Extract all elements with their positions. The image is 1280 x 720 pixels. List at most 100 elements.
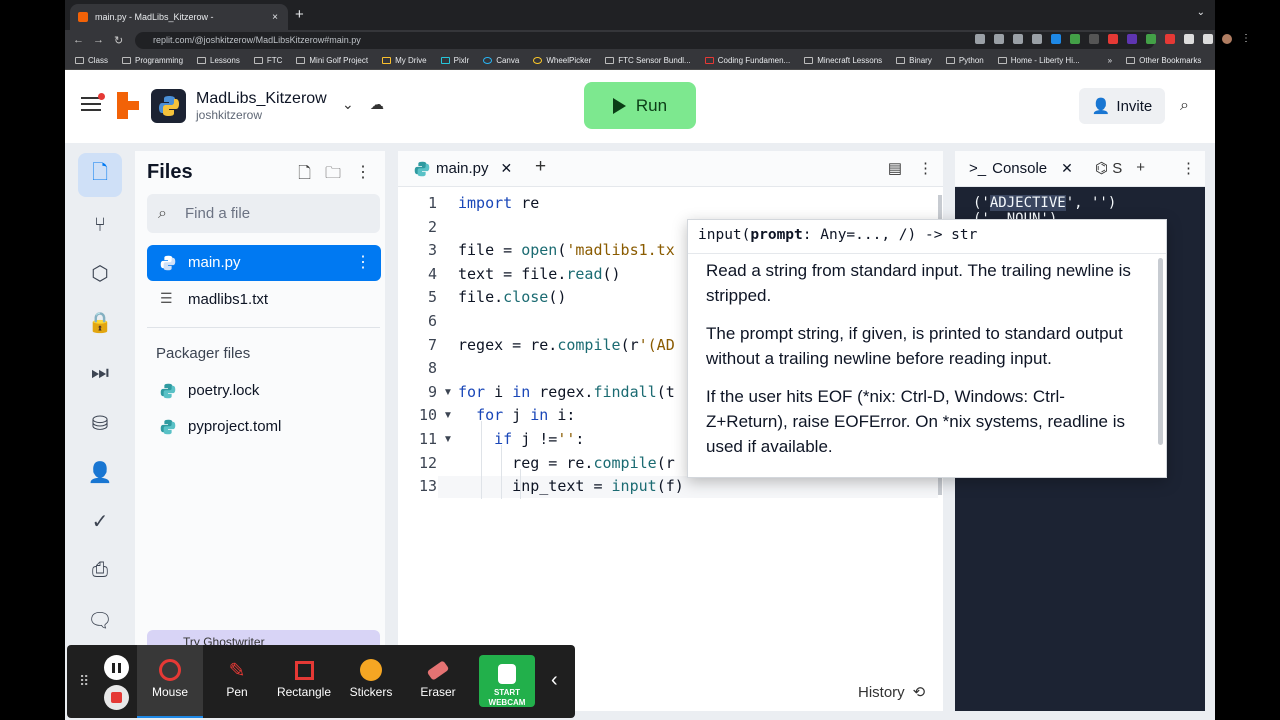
tab-console[interactable]: >_ Console ✕ xyxy=(969,160,1073,177)
fold-arrow-icon[interactable]: ▼ xyxy=(443,410,453,421)
forward-icon[interactable]: → xyxy=(93,34,104,46)
inbox-icon[interactable]: ⎙ xyxy=(78,548,122,592)
sidebar-icon[interactable] xyxy=(1203,34,1213,44)
file-item-main-py[interactable]: main.py ⋮ xyxy=(147,245,381,281)
extension-icon[interactable] xyxy=(1070,34,1080,44)
packages-icon[interactable]: ⬡ xyxy=(78,251,122,295)
file-item-pyproject-toml[interactable]: pyproject.toml xyxy=(147,409,381,445)
project-owner[interactable]: joshkitzerow xyxy=(196,108,262,122)
start-webcam-button[interactable]: START WEBCAM xyxy=(479,655,535,707)
menu-icon[interactable] xyxy=(81,93,105,112)
check-icon[interactable]: ✓ xyxy=(78,499,122,543)
new-tab-plus-icon[interactable]: + xyxy=(1136,159,1145,177)
file-options-icon[interactable]: ⋮ xyxy=(355,245,371,281)
bookmark-item[interactable]: Home - Liberty Hi... xyxy=(997,56,1080,65)
debugger-icon[interactable]: ⏭ xyxy=(78,351,122,395)
profile-avatar[interactable] xyxy=(1222,34,1232,44)
file-search-input[interactable]: ⌕ Find a file xyxy=(147,194,380,233)
database-icon[interactable]: ⛁ xyxy=(78,401,122,445)
new-tab-plus-icon[interactable]: + xyxy=(535,156,546,178)
code-line[interactable]: file.close() xyxy=(458,288,566,306)
pause-button[interactable] xyxy=(104,655,129,680)
code-line[interactable]: for j in i: xyxy=(458,406,575,424)
project-name[interactable]: MadLibs_Kitzerow xyxy=(196,90,327,108)
bookmark-item[interactable]: Canva xyxy=(483,56,519,65)
extension-icon[interactable] xyxy=(1127,34,1137,44)
stop-button[interactable] xyxy=(104,685,129,710)
drag-handle-icon[interactable]: ⠿ xyxy=(79,673,90,690)
user-icon[interactable]: 👤 xyxy=(78,450,122,494)
bookmark-item[interactable]: FTC Sensor Bundl... xyxy=(605,56,691,65)
back-icon[interactable]: ← xyxy=(73,34,84,46)
code-line[interactable]: if j !='': xyxy=(458,430,584,448)
file-item-madlibs1-txt[interactable]: ☰ madlibs1.txt xyxy=(147,282,381,318)
zoom-icon[interactable] xyxy=(994,34,1004,44)
share-icon[interactable] xyxy=(975,34,985,44)
new-folder-icon[interactable]: 🗀 xyxy=(325,162,341,189)
collapse-chevron-icon[interactable]: ‹ xyxy=(551,669,558,692)
chevron-down-icon[interactable]: ⌄ xyxy=(342,96,354,113)
bookmark-item[interactable]: Mini Golf Project xyxy=(296,56,368,65)
code-line[interactable]: import re xyxy=(458,194,539,212)
pen-tool-button[interactable]: ✎ Pen xyxy=(204,645,270,718)
code-line[interactable]: file = open('madlibs1.tx xyxy=(458,241,675,259)
extension-icon[interactable] xyxy=(1146,34,1156,44)
fold-arrow-icon[interactable]: ▼ xyxy=(443,434,453,445)
close-tab-icon[interactable]: × xyxy=(272,12,278,23)
extension-icon[interactable] xyxy=(1051,34,1061,44)
fold-arrow-icon[interactable]: ▼ xyxy=(443,387,453,398)
bookmark-item[interactable]: Binary xyxy=(896,56,932,65)
browser-tab[interactable]: main.py - MadLibs_Kitzerow - × xyxy=(70,4,288,30)
file-item-poetry-lock[interactable]: poetry.lock xyxy=(147,373,381,409)
new-file-icon[interactable]: 🗋 xyxy=(298,162,311,189)
bookmark-item[interactable]: Class xyxy=(75,56,108,65)
format-icon[interactable]: ▤ xyxy=(888,159,902,177)
secrets-lock-icon[interactable]: 🔒 xyxy=(78,300,122,344)
code-line[interactable]: text = file.read() xyxy=(458,265,621,283)
rectangle-tool-button[interactable]: Rectangle xyxy=(271,645,337,718)
more-options-icon[interactable]: ⋮ xyxy=(918,159,933,177)
more-options-icon[interactable]: ⋮ xyxy=(355,162,371,189)
extension-icon[interactable] xyxy=(1108,34,1118,44)
star-icon[interactable] xyxy=(1032,34,1042,44)
close-icon[interactable]: ✕ xyxy=(501,160,513,177)
history-button[interactable]: History ⟲ xyxy=(858,683,925,702)
browser-menu-icon[interactable]: ⋮ xyxy=(1241,34,1251,44)
bookmark-item[interactable]: My Drive xyxy=(382,56,427,65)
mouse-tool-button[interactable]: Mouse xyxy=(137,645,203,718)
more-options-icon[interactable]: ⋮ xyxy=(1181,159,1196,177)
code-line[interactable]: regex = re.compile(r'(AD xyxy=(458,336,675,354)
bookmark-item[interactable]: Coding Fundamen... xyxy=(704,56,790,65)
cloud-icon[interactable]: ☁ xyxy=(370,96,384,113)
bookmark-item-other[interactable]: Other Bookmarks xyxy=(1126,56,1201,65)
new-tab-button[interactable]: + xyxy=(295,6,304,23)
code-line[interactable]: reg = re.compile(r xyxy=(458,454,675,472)
code-line[interactable]: for i in regex.findall(t xyxy=(458,383,675,401)
extension-icon[interactable] xyxy=(1013,34,1023,44)
close-icon[interactable]: ✕ xyxy=(1061,160,1073,177)
bookmark-item[interactable]: Lessons xyxy=(197,56,240,65)
bookmark-item[interactable]: WheelPicker xyxy=(533,56,591,65)
more-bookmarks-button[interactable]: » xyxy=(1108,56,1112,65)
tab-search-chevron-icon[interactable]: ⌄ xyxy=(1197,7,1205,18)
chat-icon[interactable]: 🗨 xyxy=(78,598,122,642)
search-icon[interactable]: ⌕ xyxy=(1180,97,1189,115)
stickers-tool-button[interactable]: Stickers xyxy=(338,645,404,718)
puzzle-icon[interactable] xyxy=(1184,34,1194,44)
reload-icon[interactable]: ↻ xyxy=(114,34,123,47)
extension-icon[interactable] xyxy=(1089,34,1099,44)
git-icon[interactable]: ⑂ xyxy=(78,203,122,247)
bookmark-item[interactable]: FTC xyxy=(253,56,282,65)
tooltip-scrollbar[interactable] xyxy=(1158,258,1163,445)
files-tool-icon[interactable]: 🗋 xyxy=(78,153,122,197)
extension-icon[interactable] xyxy=(1165,34,1175,44)
code-line[interactable]: inp_text = input(f) xyxy=(458,477,684,495)
bookmark-item[interactable]: Programming xyxy=(122,56,183,65)
eraser-tool-button[interactable]: Eraser xyxy=(405,645,471,718)
tab-shell[interactable]: ⌬ S xyxy=(1095,159,1122,177)
tab-main-py[interactable]: main.py ✕ xyxy=(414,160,512,177)
bookmark-item[interactable]: Pixlr xyxy=(440,56,469,65)
bookmark-item[interactable]: Python xyxy=(945,56,984,65)
run-button[interactable]: Run xyxy=(584,82,696,129)
replit-logo-icon[interactable] xyxy=(117,92,139,120)
